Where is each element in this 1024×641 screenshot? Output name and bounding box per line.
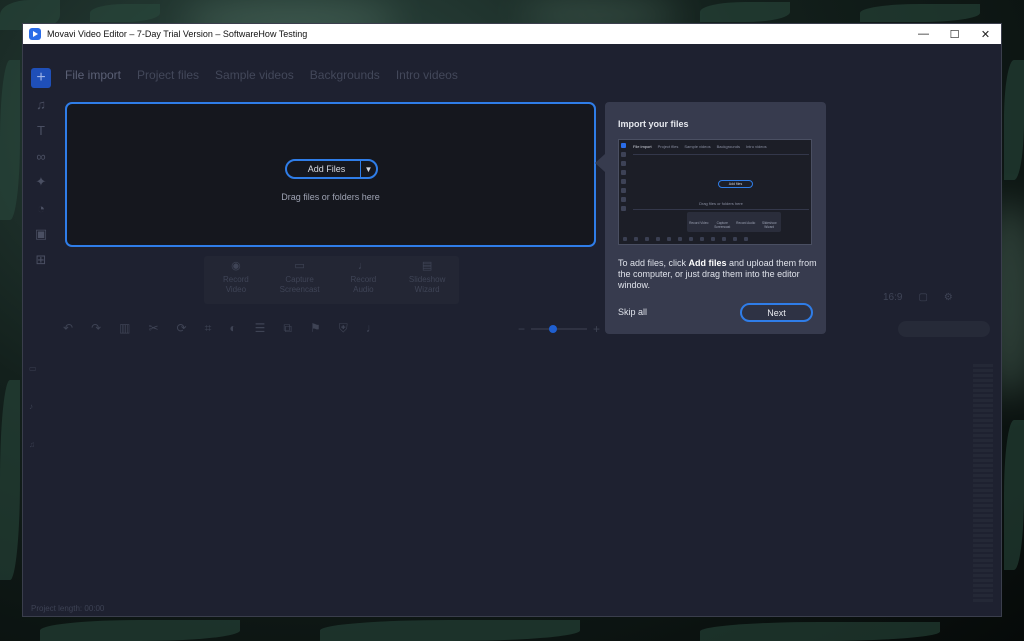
fullscreen-icon[interactable]: ▢ — [918, 292, 927, 303]
store-bag-icon[interactable]: ▣ — [31, 224, 51, 244]
thumb-rail — [621, 143, 628, 215]
timeline-zoom: − + — [518, 322, 600, 336]
add-files-button[interactable]: Add Files ▼ — [285, 159, 378, 179]
body-bold: Add files — [688, 258, 727, 268]
thumb-toolbar — [623, 237, 809, 243]
stickers-clock-icon[interactable]: ◔ — [31, 198, 51, 218]
thumb-record-video: Record Video — [689, 221, 709, 225]
import-plus-icon[interactable]: + — [31, 68, 51, 88]
thumb-tab-intro-videos: Intro videos — [745, 144, 767, 149]
redo-icon[interactable]: ↷ — [91, 321, 101, 336]
capture-screencast-button[interactable]: ▭ Capture Screencast — [268, 256, 332, 304]
undo-icon[interactable]: ↶ — [63, 321, 73, 336]
minimize-button[interactable]: — — [908, 24, 939, 44]
thumb-tab-file-import: File import — [633, 144, 652, 149]
capture-screencast-line1: Capture — [285, 275, 314, 284]
zoom-in-icon[interactable]: + — [593, 322, 600, 336]
maximize-button[interactable]: ☐ — [939, 24, 970, 44]
onboarding-title: Import your files — [618, 119, 689, 129]
app-window: Movavi Video Editor – 7-Day Trial Versio… — [22, 23, 1002, 617]
audio-level-meter — [973, 364, 993, 604]
effects-sparkle-icon[interactable]: ✦ — [31, 172, 51, 192]
video-track-icon[interactable]: ▭ — [29, 364, 59, 402]
window-title: Movavi Video Editor – 7-Day Trial Versio… — [47, 29, 308, 39]
track-headers: ▭ ♪ ♫ — [29, 364, 59, 478]
record-audio-line2: Audio — [353, 285, 374, 294]
thumb-add-files: Add files — [718, 180, 753, 188]
chevron-down-icon[interactable]: ▼ — [360, 161, 376, 177]
music-track-icon[interactable]: ♫ — [29, 440, 59, 478]
tab-intro-videos[interactable]: Intro videos — [396, 68, 458, 82]
timeline-toolbar: ↶ ↷ ▥ ✂ ⟳ ⌗ ◐ ☰ ⧉ ⚑ ⛨ ♩ — [63, 321, 378, 336]
movavi-app-icon — [29, 28, 41, 40]
thumb-record-bar: Record Video Capture Screencast Record A… — [687, 212, 781, 232]
onboarding-body: To add files, click Add files and upload… — [618, 258, 818, 291]
tab-file-import[interactable]: File import — [65, 68, 121, 82]
next-button[interactable]: Next — [740, 303, 813, 322]
tab-sample-videos[interactable]: Sample videos — [215, 68, 294, 82]
title-bar: Movavi Video Editor – 7-Day Trial Versio… — [23, 24, 1001, 44]
zoom-slider[interactable] — [531, 325, 588, 333]
project-length: Project length: 00:00 — [31, 604, 105, 613]
skip-all-link[interactable]: Skip all — [618, 307, 647, 317]
zoom-out-icon[interactable]: − — [518, 322, 525, 336]
delete-icon[interactable]: ▥ — [119, 321, 130, 336]
close-button[interactable]: ✕ — [970, 24, 1001, 44]
left-tool-rail: + ♫ T ∞ ✦ ◔ ▣ ⊞ — [29, 68, 53, 276]
slideshow-wizard-line1: Slideshow — [408, 275, 446, 284]
tooltip-pointer — [595, 154, 605, 172]
record-video-button[interactable]: ◉ Record Video — [204, 256, 268, 304]
audio-track-icon[interactable]: ♪ — [29, 402, 59, 440]
properties-icon[interactable]: ☰ — [255, 321, 266, 336]
settings-gear-icon[interactable]: ⚙ — [944, 292, 953, 303]
thumb-tabs: File import Project files Sample videos … — [633, 144, 767, 149]
marker-flag-icon[interactable]: ⚑ — [310, 321, 321, 336]
titles-text-icon[interactable]: T — [31, 120, 51, 140]
record-audio-button[interactable]: ♩ Record Audio — [332, 256, 396, 304]
split-scissors-icon[interactable]: ✂ — [148, 321, 158, 336]
drag-hint: Drag files or folders here — [281, 192, 380, 202]
record-video-line1: Record — [222, 275, 249, 284]
slideshow-icon: ▤ — [421, 260, 433, 272]
capture-screencast-line2: Screencast — [279, 285, 320, 294]
microphone-icon: ♩ — [357, 260, 369, 272]
rotate-icon[interactable]: ⟳ — [177, 321, 187, 336]
transition-wizard-icon[interactable]: ⧉ — [283, 321, 292, 336]
thumb-tab-backgrounds: Backgrounds — [716, 144, 740, 149]
transitions-icon[interactable]: ∞ — [31, 146, 51, 166]
thumb-tab-project-files: Project files — [657, 144, 679, 149]
record-audio-line1: Record — [350, 275, 377, 284]
onboarding-illustration: File import Project files Sample videos … — [618, 139, 812, 245]
thumb-capture-screencast: Capture Screencast — [714, 221, 731, 229]
webcam-icon: ◉ — [231, 260, 241, 272]
crop-icon[interactable]: ⌗ — [205, 321, 212, 336]
voiceover-mic-icon[interactable]: ♩ — [366, 321, 378, 336]
zoom-slider-handle[interactable] — [549, 325, 558, 333]
thumb-drop-zone: Add files Drag files or folders here — [633, 154, 809, 210]
body-prefix: To add files, click — [618, 258, 689, 268]
monitor-icon: ▭ — [294, 260, 305, 272]
music-note-icon[interactable]: ♫ — [31, 94, 51, 114]
file-drop-zone[interactable]: Add Files ▼ Drag files or folders here — [65, 102, 596, 247]
more-tools-grid-icon[interactable]: ⊞ — [31, 250, 51, 270]
aspect-ratio-select[interactable]: 16:9 — [883, 292, 902, 303]
slideshow-wizard-button[interactable]: ▤ Slideshow Wizard — [395, 256, 459, 304]
record-video-line2: Video — [225, 285, 247, 294]
thumb-slideshow-wizard: Slideshow Wizard — [761, 221, 777, 229]
slideshow-wizard-line2: Wizard — [414, 285, 440, 294]
preview-controls: 16:9 ▢ ⚙ — [883, 292, 953, 303]
thumb-record-audio: Record Audio — [736, 221, 756, 225]
shield-icon[interactable]: ⛨ — [339, 321, 348, 336]
export-button[interactable] — [898, 321, 990, 337]
tab-project-files[interactable]: Project files — [137, 68, 199, 82]
thumb-drag-hint: Drag files or folders here — [699, 201, 743, 206]
import-tabs: File import Project files Sample videos … — [65, 68, 458, 82]
thumb-tab-sample-videos: Sample videos — [684, 144, 711, 149]
tab-backgrounds[interactable]: Backgrounds — [310, 68, 380, 82]
record-actions-bar: ◉ Record Video ▭ Capture Screencast ♩ Re… — [204, 256, 459, 304]
color-adjust-icon[interactable]: ◐ — [229, 321, 236, 336]
add-files-label: Add Files — [307, 164, 346, 174]
onboarding-card: Import your files File import Project fi… — [605, 102, 826, 334]
